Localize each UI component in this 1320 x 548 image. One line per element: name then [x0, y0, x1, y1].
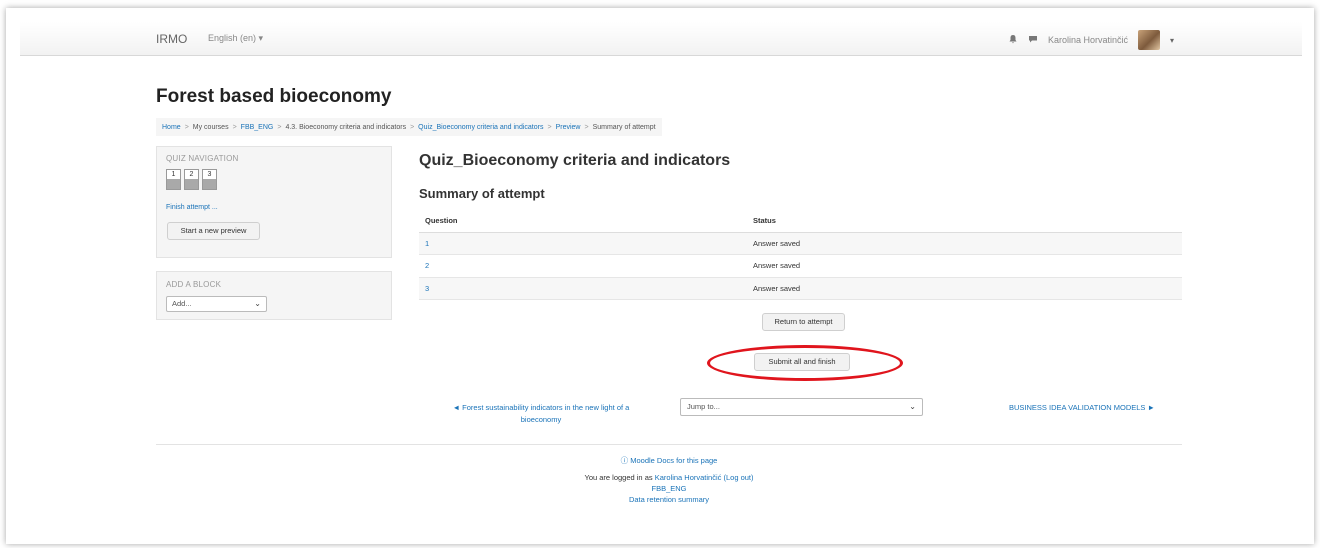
question-link[interactable]: 1: [419, 232, 747, 255]
return-to-attempt-button[interactable]: Return to attempt: [762, 313, 845, 331]
logged-in-info: You are logged in as Karolina Horvatinči…: [156, 472, 1182, 483]
page-title: Forest based bioeconomy: [156, 86, 392, 107]
finish-attempt-link[interactable]: Finish attempt ...: [166, 204, 218, 211]
avatar[interactable]: [1137, 30, 1160, 50]
breadcrumb-item[interactable]: FBB_ENG: [241, 124, 274, 131]
block-title: ADD A BLOCK: [166, 280, 222, 289]
table-header-row: Question Status: [419, 210, 1182, 233]
chevron-down-icon[interactable]: ▾: [1170, 36, 1174, 45]
jump-to-select[interactable]: Jump to... ⌄: [680, 398, 923, 416]
breadcrumb-item: Summary of attempt: [592, 123, 656, 131]
breadcrumb-item[interactable]: Home: [162, 124, 181, 131]
question-link[interactable]: 2: [419, 254, 747, 278]
top-navbar: IRMO English (en) ▾ Karolina Horvatinčić…: [20, 22, 1302, 56]
question-nav-button[interactable]: 1: [166, 169, 181, 190]
add-block-block: ADD A BLOCK Add... ⌄: [156, 271, 392, 320]
logged-in-user-link[interactable]: Karolina Horvatinčić (Log out): [655, 473, 754, 482]
add-block-select[interactable]: Add... ⌄: [166, 296, 267, 312]
breadcrumb-item[interactable]: Preview: [556, 124, 581, 131]
breadcrumb-item: My courses: [192, 123, 229, 131]
table-row: 1 Answer saved: [419, 232, 1182, 255]
next-activity-link[interactable]: BUSINESS IDEA VALIDATION MODELS ►: [1009, 403, 1155, 412]
add-block-select-value: Add...: [172, 299, 192, 308]
question-number: 1: [171, 171, 176, 178]
data-retention-link[interactable]: Data retention summary: [629, 495, 709, 504]
question-number: 3: [207, 171, 212, 178]
user-nav: Karolina Horvatinčić ▾: [1008, 30, 1174, 50]
breadcrumb-item: 4.3. Bioeconomy criteria and indicators: [285, 123, 407, 131]
question-buttons: 1 2 3: [166, 169, 217, 190]
breadcrumb-separator: >: [277, 123, 282, 131]
question-number: 2: [189, 171, 194, 178]
breadcrumb: Home > My courses > FBB_ENG >4.3. Bioeconomy …: [156, 118, 662, 136]
breadcrumb-separator: >: [184, 123, 189, 131]
footer-divider: [156, 444, 1182, 445]
answered-indicator: [203, 179, 216, 189]
quiz-navigation-block: QUIZ NAVIGATION 1 2 3 Finish attempt ... S…: [156, 146, 392, 258]
chevron-down-icon: ⌄: [254, 299, 261, 308]
table-row: 2 Answer saved: [419, 254, 1182, 278]
block-title: QUIZ NAVIGATION: [166, 154, 239, 163]
quiz-title: Quiz_Bioeconomy criteria and indicators: [419, 152, 731, 169]
previous-activity-link[interactable]: ◄ Forest sustainability indicators in th…: [432, 402, 650, 426]
breadcrumb-separator: >: [410, 123, 415, 131]
red-highlight-ellipse: [707, 345, 903, 381]
bell-icon[interactable]: [1008, 34, 1018, 47]
question-nav-button[interactable]: 2: [184, 169, 199, 190]
status-cell: Answer saved: [747, 254, 1182, 278]
breadcrumb-separator: >: [232, 123, 237, 131]
table-row: 3 Answer saved: [419, 277, 1182, 300]
chevron-down-icon: ⌄: [909, 402, 916, 411]
summary-heading: Summary of attempt: [419, 186, 545, 201]
course-home-link[interactable]: FBB_ENG: [651, 484, 686, 493]
page-footer: ⓘ Moodle Docs for this page You are logg…: [156, 455, 1182, 505]
site-brand[interactable]: IRMO: [156, 32, 187, 46]
status-cell: Answer saved: [747, 232, 1182, 255]
column-header-status: Status: [747, 210, 1182, 233]
summary-table: Question Status 1 Answer saved 2 Answer sav…: [419, 210, 1182, 300]
status-cell: Answer saved: [747, 277, 1182, 300]
breadcrumb-separator: >: [547, 123, 552, 131]
user-name[interactable]: Karolina Horvatinčić: [1048, 35, 1128, 45]
question-link[interactable]: 3: [419, 277, 747, 300]
chat-bubble-icon[interactable]: [1028, 34, 1038, 47]
start-new-preview-button[interactable]: Start a new preview: [167, 222, 260, 240]
question-nav-button[interactable]: 3: [202, 169, 217, 190]
jump-to-select-value: Jump to...: [687, 402, 720, 411]
language-menu[interactable]: English (en) ▾: [208, 33, 263, 44]
column-header-question: Question: [419, 210, 747, 233]
breadcrumb-separator: >: [584, 123, 589, 131]
answered-indicator: [167, 179, 180, 189]
logged-in-text: You are logged in as: [584, 473, 655, 482]
moodle-docs-link[interactable]: ⓘ Moodle Docs for this page: [156, 455, 1182, 466]
answered-indicator: [185, 179, 198, 189]
breadcrumb-item[interactable]: Quiz_Bioeconomy criteria and indicators: [418, 124, 543, 131]
